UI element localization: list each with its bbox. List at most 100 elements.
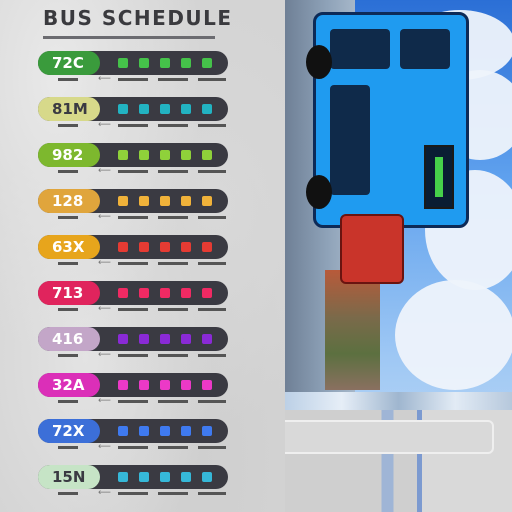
arrow-icon: ⟵ (98, 74, 111, 84)
route-row[interactable]: 128 ⟵ (38, 189, 228, 222)
route-badge[interactable]: 72C (38, 51, 100, 75)
stop-dot (181, 242, 191, 252)
stop-dot (202, 426, 212, 436)
stop-dot (181, 104, 191, 114)
arrow-icon: ⟵ (98, 212, 111, 222)
cloud-shape (395, 280, 512, 390)
stop-dot (118, 104, 128, 114)
wheel-icon (306, 45, 332, 79)
timeline-segment (58, 170, 78, 173)
arrow-icon: ⟵ (98, 442, 111, 452)
timeline-segment (198, 492, 226, 495)
stop-dot (118, 242, 128, 252)
stop-dot (118, 288, 128, 298)
route-timeline: ⟵ (38, 212, 228, 222)
bus-window (330, 29, 390, 69)
stop-dot (202, 150, 212, 160)
bus-photo (285, 0, 512, 512)
timeline-segment (198, 308, 226, 311)
route-timeline: ⟵ (38, 74, 228, 84)
stop-dot (202, 472, 212, 482)
timeline-segment (58, 308, 78, 311)
stop-dot (202, 58, 212, 68)
stop-indicators (118, 150, 212, 160)
arrow-icon: ⟵ (98, 120, 111, 130)
stop-indicators (118, 104, 212, 114)
stop-dot (139, 150, 149, 160)
stop-dot (139, 288, 149, 298)
route-badge[interactable]: 72X (38, 419, 100, 443)
stop-dot (160, 472, 170, 482)
stop-indicators (118, 426, 212, 436)
route-timeline: ⟵ (38, 304, 228, 314)
stop-dot (202, 334, 212, 344)
wheel-icon (306, 175, 332, 209)
route-row[interactable]: 63X ⟵ (38, 235, 228, 268)
timeline-segment (198, 446, 226, 449)
stop-dot (139, 380, 149, 390)
route-timeline: ⟵ (38, 350, 228, 360)
route-row[interactable]: 416 ⟵ (38, 327, 228, 360)
schedule-panel: BUS SCHEDULE 72C ⟵ 81M ⟵ 982 ⟵ 128 ⟵ 63X ⟵ 713 ⟵ 416… (0, 0, 285, 512)
stop-dot (139, 472, 149, 482)
stop-dot (118, 334, 128, 344)
route-row[interactable]: 32A ⟵ (38, 373, 228, 406)
timeline-segment (118, 492, 148, 495)
arrow-icon: ⟵ (98, 304, 111, 314)
timeline-segment (158, 78, 188, 81)
timeline-segment (198, 400, 226, 403)
arrow-icon: ⟵ (98, 166, 111, 176)
stop-dot (139, 104, 149, 114)
timeline-segment (118, 78, 148, 81)
timeline-segment (118, 308, 148, 311)
route-timeline: ⟵ (38, 166, 228, 176)
arrow-icon: ⟵ (98, 350, 111, 360)
stop-dot (202, 380, 212, 390)
route-row[interactable]: 81M ⟵ (38, 97, 228, 130)
timeline-segment (158, 354, 188, 357)
timeline-segment (198, 354, 226, 357)
route-row[interactable]: 15N ⟵ (38, 465, 228, 498)
timeline-segment (118, 400, 148, 403)
title-divider (43, 36, 215, 39)
route-badge[interactable]: 63X (38, 235, 100, 259)
timeline-segment (118, 216, 148, 219)
stop-dot (181, 58, 191, 68)
timeline-segment (58, 216, 78, 219)
second-bus-shape (340, 214, 404, 284)
route-badge[interactable]: 15N (38, 465, 100, 489)
stop-dot (118, 150, 128, 160)
stop-dot (160, 58, 170, 68)
bus-window (400, 29, 450, 69)
route-badge[interactable]: 416 (38, 327, 100, 351)
stop-dot (139, 334, 149, 344)
route-timeline: ⟵ (38, 258, 228, 268)
timeline-segment (158, 124, 188, 127)
route-timeline: ⟵ (38, 120, 228, 130)
stop-indicators (118, 196, 212, 206)
route-badge[interactable]: 81M (38, 97, 100, 121)
route-row[interactable]: 713 ⟵ (38, 281, 228, 314)
stop-dot (160, 334, 170, 344)
timeline-segment (198, 216, 226, 219)
route-row[interactable]: 72C ⟵ (38, 51, 228, 84)
route-timeline: ⟵ (38, 442, 228, 452)
timeline-segment (198, 170, 226, 173)
stop-dot (202, 196, 212, 206)
route-row[interactable]: 72X ⟵ (38, 419, 228, 452)
stop-dot (118, 58, 128, 68)
timeline-segment (58, 124, 78, 127)
timeline-segment (198, 262, 226, 265)
timeline-segment (158, 492, 188, 495)
stop-dot (181, 426, 191, 436)
route-badge[interactable]: 128 (38, 189, 100, 213)
stop-dot (160, 150, 170, 160)
stop-dot (160, 380, 170, 390)
route-badge[interactable]: 713 (38, 281, 100, 305)
route-badge[interactable]: 982 (38, 143, 100, 167)
route-row[interactable]: 982 ⟵ (38, 143, 228, 176)
route-badge[interactable]: 32A (38, 373, 100, 397)
stop-dot (118, 472, 128, 482)
stop-dot (139, 196, 149, 206)
page-title: BUS SCHEDULE (43, 6, 233, 30)
